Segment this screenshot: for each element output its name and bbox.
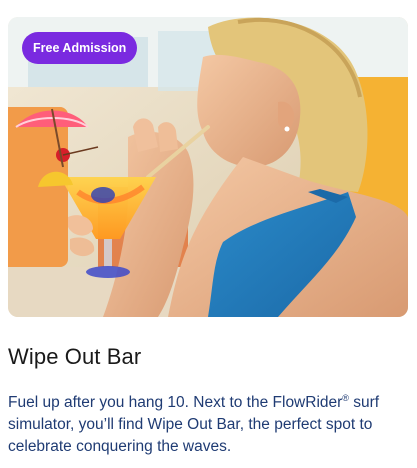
venue-card[interactable]: Free Admission Wipe Out Bar Fuel up afte…	[0, 0, 417, 468]
registered-trademark: ®	[342, 393, 349, 403]
description-text-start: Fuel up after you hang 10. Next to the F…	[8, 394, 343, 411]
free-admission-badge: Free Admission	[22, 32, 138, 64]
venue-title[interactable]: Wipe Out Bar	[8, 344, 141, 370]
venue-description: Fuel up after you hang 10. Next to the F…	[8, 392, 408, 458]
